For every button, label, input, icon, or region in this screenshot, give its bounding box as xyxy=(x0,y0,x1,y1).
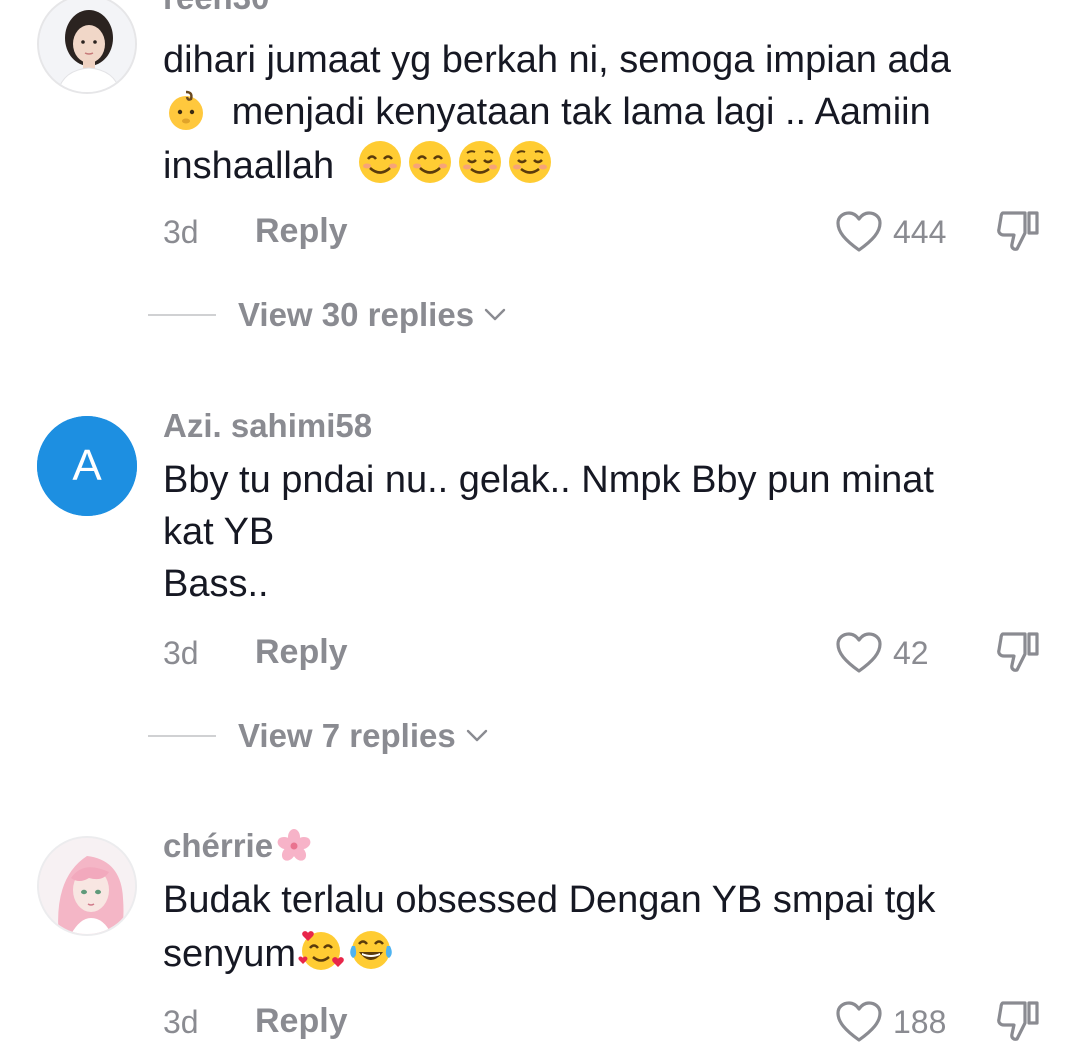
view-replies-label: View 30 replies xyxy=(238,296,475,333)
avatar[interactable] xyxy=(37,836,137,936)
tears-of-joy-emoji xyxy=(350,931,392,969)
reply-button[interactable]: Reply xyxy=(255,211,348,251)
comments-panel: reen30 dihari jumaat yg berkah ni, semog… xyxy=(0,0,1080,1063)
thumbs-down-outline-icon[interactable] xyxy=(995,999,1043,1045)
comment-line: Bby tu pndai nu.. gelak.. Nmpk Bby pun m… xyxy=(163,459,934,501)
like-count: 188 xyxy=(893,1004,947,1040)
cherry-blossom-emoji xyxy=(277,829,311,861)
comment-username[interactable]: Azi. sahimi58 xyxy=(163,406,372,446)
heart-outline-icon xyxy=(836,632,882,673)
thumbs-down-outline-icon[interactable] xyxy=(995,209,1043,255)
like-count: 42 xyxy=(893,635,929,671)
baby-emoji xyxy=(169,90,203,130)
avatar-letter: A xyxy=(72,441,102,490)
relieved-face-emoji xyxy=(508,141,551,183)
comment-username-text: chérrie xyxy=(163,827,274,864)
comment-timestamp: 3d xyxy=(163,1004,199,1040)
comment-line: Bass.. xyxy=(163,563,269,605)
chevron-down-icon xyxy=(484,308,506,321)
like-count: 444 xyxy=(893,214,947,250)
comment-line: inshaallah xyxy=(163,145,335,187)
comment-username[interactable]: reen30 xyxy=(163,0,269,18)
relieved-face-emoji xyxy=(458,141,501,183)
heart-outline-icon xyxy=(836,1001,882,1042)
comment-text: Bby tu pndai nu.. gelak.. Nmpk Bby pun m… xyxy=(163,454,1053,610)
like-button[interactable]: 444 xyxy=(835,207,946,257)
thumbs-down-outline-icon[interactable] xyxy=(995,630,1043,676)
chevron-down-icon xyxy=(466,729,487,742)
like-button[interactable]: 188 xyxy=(835,997,946,1047)
view-replies-button[interactable]: View 30 replies xyxy=(148,293,506,337)
divider xyxy=(148,314,216,316)
comment-text: dihari jumaat yg berkah ni, semoga impia… xyxy=(163,34,1053,192)
view-replies-button[interactable]: View 7 replies xyxy=(148,714,488,758)
comment-line: menjadi kenyataan tak lama lagi .. Aamii… xyxy=(231,91,931,133)
smiling-face-with-hearts-emoji xyxy=(298,931,344,970)
view-replies-label: View 7 replies xyxy=(238,717,456,754)
comment-text: Budak terlalu obsessed Dengan YB smpai t… xyxy=(163,874,1053,980)
comment-line: dihari jumaat yg berkah ni, semoga impia… xyxy=(163,39,951,81)
divider xyxy=(148,735,216,737)
comment-line: senyum xyxy=(163,933,297,975)
comment-line: Budak terlalu obsessed Dengan YB smpai t… xyxy=(163,879,936,921)
comment-username[interactable]: chérrie xyxy=(163,826,314,866)
comment-timestamp: 3d xyxy=(163,635,199,671)
comment-actions: 3d Reply 444 xyxy=(163,207,1043,257)
avatar[interactable]: A xyxy=(37,416,137,516)
smiling-face-emoji xyxy=(408,141,451,183)
heart-outline-icon xyxy=(836,211,882,252)
avatar-photo-icon xyxy=(39,0,135,92)
avatar-photo-icon xyxy=(39,838,135,934)
avatar[interactable] xyxy=(37,0,137,94)
comment-actions: 3d Reply 42 xyxy=(163,628,1043,678)
smiling-face-emoji xyxy=(358,141,401,183)
comment-timestamp: 3d xyxy=(163,214,199,250)
like-button[interactable]: 42 xyxy=(835,628,929,678)
reply-button[interactable]: Reply xyxy=(255,632,348,672)
comment-actions: 3d Reply 188 xyxy=(163,997,1043,1047)
comment-line: kat YB xyxy=(163,511,275,553)
reply-button[interactable]: Reply xyxy=(255,1001,348,1041)
